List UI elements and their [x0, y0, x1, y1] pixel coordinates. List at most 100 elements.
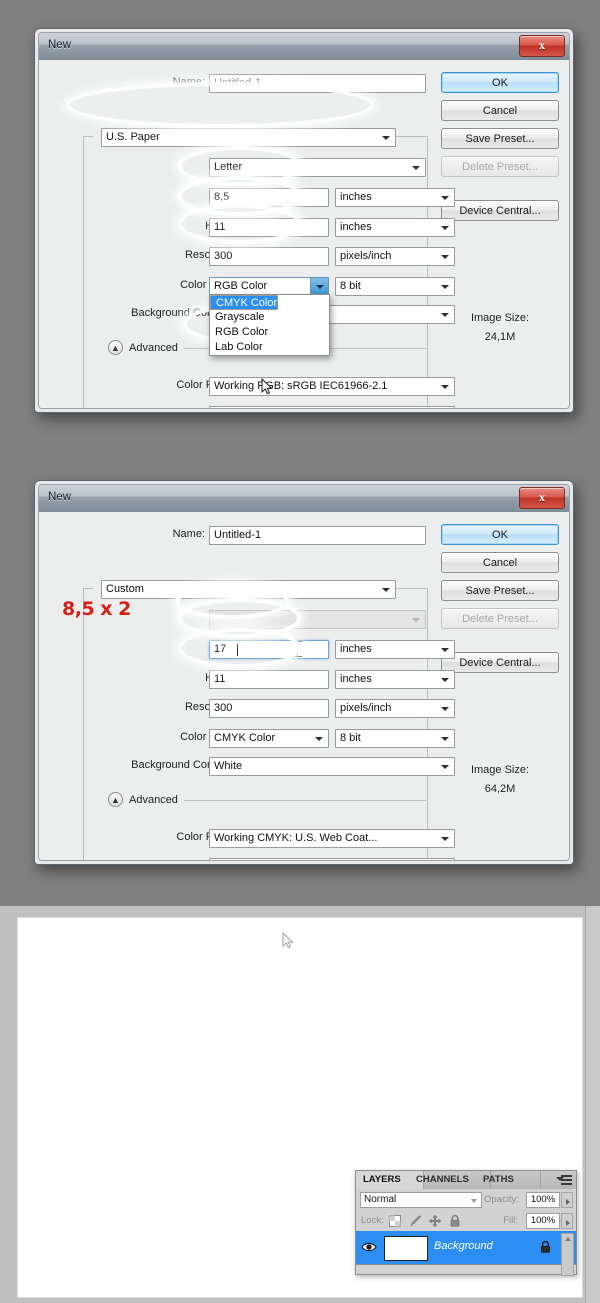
all-lock-icon[interactable]: [448, 1214, 462, 1228]
cancel-button[interactable]: Cancel: [441, 100, 559, 121]
width-unit-select[interactable]: inches: [335, 188, 455, 207]
pixel-aspect-label: Pixel Aspect Ratio:: [148, 408, 240, 409]
preset-select[interactable]: Custom: [101, 580, 396, 599]
color-profile-select[interactable]: Working RGB: sRGB IEC61966-2.1: [209, 377, 455, 396]
advanced-divider: [184, 800, 426, 801]
layer-thumbnail[interactable]: [384, 1236, 428, 1261]
blend-mode-row: Normal Opacity: 100%: [356, 1189, 576, 1211]
fill-label: Fill:: [503, 1215, 518, 1226]
chevron-down-icon: [441, 837, 449, 841]
blend-mode-select[interactable]: Normal: [360, 1192, 482, 1208]
fill-slider-arrow-icon[interactable]: [561, 1213, 573, 1229]
dialog-2-body: Name: Untitled-1 OK Cancel Save Preset..…: [39, 512, 569, 860]
lock-label: Lock:: [361, 1215, 384, 1226]
advanced-label: Advanced: [129, 794, 178, 806]
advanced-disclosure-icon[interactable]: ▲: [108, 792, 123, 807]
close-icon[interactable]: x: [519, 35, 565, 57]
chevron-down-icon: [441, 255, 449, 259]
cancel-button[interactable]: Cancel: [441, 552, 559, 573]
dropdown-option-cmyk-color[interactable]: CMYK Color: [210, 295, 279, 310]
resolution-input[interactable]: 300: [209, 699, 329, 718]
preset-select[interactable]: U.S. Paper: [101, 128, 396, 147]
resolution-input[interactable]: 300: [209, 247, 329, 266]
ok-button[interactable]: OK: [441, 524, 559, 545]
pixel-aspect-select[interactable]: Square Pixels: [209, 406, 455, 408]
dialog-2-inner-frame: New x Name: Untitled-1 OK Cancel Save Pr…: [38, 484, 570, 861]
dialog-1-titlebar[interactable]: New x: [39, 33, 569, 61]
chevron-down-icon: [441, 196, 449, 200]
layers-panel[interactable]: LAYERS CHANNELS PATHS Normal Opacity: 10…: [355, 1170, 577, 1276]
mouse-cursor-icon: [282, 932, 294, 949]
chevron-down-icon: [382, 136, 390, 140]
advanced-disclosure-icon[interactable]: ▲: [108, 340, 123, 355]
color-mode-dropdown-button[interactable]: [310, 278, 328, 295]
move-lock-icon[interactable]: [428, 1214, 442, 1228]
color-mode-select[interactable]: CMYK Color: [209, 729, 329, 748]
chevron-down-icon: [412, 618, 420, 622]
chevron-down-icon: [441, 385, 449, 389]
chevron-down-icon: [471, 1199, 477, 1203]
height-unit-select[interactable]: inches: [335, 218, 455, 237]
resolution-unit-select[interactable]: pixels/inch: [335, 247, 455, 266]
bit-depth-select[interactable]: 8 bit: [335, 729, 455, 748]
background-contents-select[interactable]: White: [209, 757, 455, 776]
height-unit-select[interactable]: inches: [335, 670, 455, 689]
chevron-down-icon: [441, 765, 449, 769]
mouse-cursor-icon: [261, 378, 273, 395]
eye-visibility-icon[interactable]: [361, 1240, 377, 1254]
chevron-down-icon: [441, 648, 449, 652]
width-unit-select[interactable]: inches: [335, 640, 455, 659]
chevron-down-icon: [441, 313, 449, 317]
opacity-value[interactable]: 100%: [526, 1192, 560, 1208]
dialog-2-titlebar[interactable]: New x: [39, 485, 569, 513]
opacity-slider-arrow-icon[interactable]: [561, 1192, 573, 1208]
lock-row: Lock: Fill: 100%: [356, 1210, 576, 1232]
brush-lock-icon[interactable]: [408, 1214, 422, 1228]
dropdown-option-lab-color[interactable]: Lab Color: [210, 340, 329, 355]
chevron-down-icon: [441, 737, 449, 741]
image-size-value: 24,1M: [484, 331, 516, 343]
tab-paths[interactable]: PATHS: [476, 1171, 541, 1189]
size-select: [209, 610, 426, 629]
size-select[interactable]: Letter: [209, 158, 426, 177]
layers-panel-tabs: LAYERS CHANNELS PATHS: [356, 1171, 576, 1190]
chevron-down-icon: [441, 707, 449, 711]
name-input[interactable]: Untitled-1: [209, 526, 426, 545]
advanced-label: Advanced: [129, 342, 178, 354]
image-size-value: 64,2M: [484, 783, 516, 795]
height-input[interactable]: 11: [209, 670, 329, 689]
chevron-down-icon: [382, 588, 390, 592]
width-input[interactable]: 17: [209, 640, 329, 659]
layer-name: Background: [434, 1240, 493, 1252]
new-document-dialog-1[interactable]: New x Name: Untitled-1 OK Cancel Save Pr…: [34, 28, 574, 413]
layer-row-background[interactable]: Background: [356, 1231, 576, 1276]
dropdown-option-grayscale[interactable]: Grayscale: [210, 310, 329, 325]
width-input[interactable]: 8,5: [209, 188, 329, 207]
name-label: Name:: [172, 76, 205, 88]
close-icon[interactable]: x: [519, 487, 565, 509]
dropdown-option-rgb-color[interactable]: RGB Color: [210, 325, 329, 340]
ok-button[interactable]: OK: [441, 72, 559, 93]
chevron-down-icon: [441, 678, 449, 682]
pixel-aspect-select[interactable]: Square Pixels: [209, 858, 455, 860]
color-mode-dropdown-list[interactable]: BitmapGrayscaleRGB ColorCMYK ColorLab Co…: [209, 294, 330, 356]
fill-value[interactable]: 100%: [526, 1213, 560, 1229]
color-profile-select[interactable]: Working CMYK: U.S. Web Coat...: [209, 829, 455, 848]
height-input[interactable]: 11: [209, 218, 329, 237]
new-document-dialog-2[interactable]: New x Name: Untitled-1 OK Cancel Save Pr…: [34, 480, 574, 865]
vertical-scrollbar[interactable]: [585, 906, 600, 1303]
text-caret: [237, 644, 238, 656]
dialog-2-title: New: [48, 491, 72, 503]
dialog-1-title: New: [48, 39, 72, 51]
chevron-down-icon: [441, 285, 449, 289]
resolution-unit-select[interactable]: pixels/inch: [335, 699, 455, 718]
bit-depth-select[interactable]: 8 bit: [335, 277, 455, 296]
name-input[interactable]: Untitled-1: [209, 74, 426, 93]
pixel-aspect-label: Pixel Aspect Ratio:: [148, 860, 240, 861]
layers-list-scrollbar[interactable]: [561, 1233, 574, 1276]
panel-menu-icon[interactable]: [556, 1174, 572, 1186]
transparency-lock-icon[interactable]: [388, 1214, 402, 1228]
opacity-label: Opacity:: [484, 1194, 519, 1205]
dialog-1-inner-frame: New x Name: Untitled-1 OK Cancel Save Pr…: [38, 32, 570, 409]
chevron-down-icon: [412, 166, 420, 170]
